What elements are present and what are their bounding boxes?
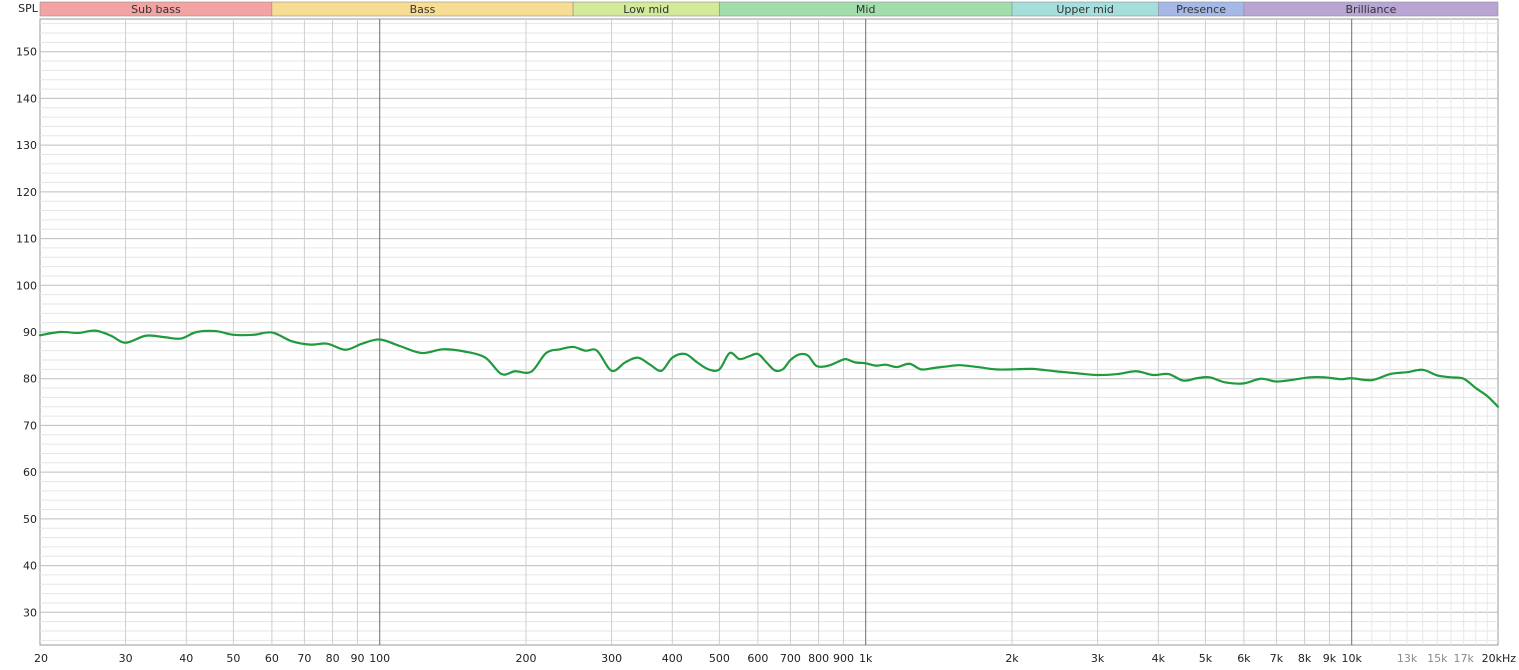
x-tick-label: 70 — [297, 652, 311, 665]
x-tick-label: 800 — [808, 652, 829, 665]
x-tick-label: 500 — [709, 652, 730, 665]
y-tick-label: 80 — [23, 373, 37, 386]
x-tick-label: 4k — [1152, 652, 1166, 665]
x-tick-label: 7k — [1270, 652, 1284, 665]
x-tick-label: 900 — [833, 652, 854, 665]
band-label: Mid — [856, 3, 876, 16]
x-tick-label: 30 — [119, 652, 133, 665]
x-tick-label: 200 — [516, 652, 537, 665]
y-tick-label: 90 — [23, 326, 37, 339]
frequency-band-bar: Sub bass Bass Low mid Mid Upper mid Presence B… — [39, 1, 1499, 17]
x-tick-label: 15k — [1427, 652, 1448, 665]
x-tick-label: 400 — [662, 652, 683, 665]
x-tick-label: 60 — [265, 652, 279, 665]
y-tick-label: 130 — [16, 139, 37, 152]
y-tick-label: 100 — [16, 279, 37, 292]
x-tick-label: 20kHz — [1482, 652, 1517, 665]
x-tick-label: 1k — [859, 652, 873, 665]
y-axis-label: SPL — [18, 2, 39, 15]
x-tick-label: 100 — [369, 652, 390, 665]
x-tick-label: 600 — [747, 652, 768, 665]
x-tick-label: 300 — [601, 652, 622, 665]
band-label: Low mid — [623, 3, 669, 16]
x-tick-label: 17k — [1454, 652, 1475, 665]
x-tick-label: 40 — [179, 652, 193, 665]
y-tick-label: 140 — [16, 92, 37, 105]
y-tick-label: 150 — [16, 46, 37, 59]
x-tick-label: 13k — [1397, 652, 1418, 665]
y-axis: 150 140 130 120 110 100 90 80 70 60 50 40 30 — [16, 46, 37, 620]
x-tick-label: 80 — [326, 652, 340, 665]
x-tick-label: 10k — [1342, 652, 1363, 665]
y-tick-label: 120 — [16, 186, 37, 199]
y-tick-label: 40 — [23, 560, 37, 573]
x-tick-label: 2k — [1005, 652, 1019, 665]
x-tick-label: 700 — [780, 652, 801, 665]
x-tick-label: 90 — [350, 652, 364, 665]
band-label: Brilliance — [1346, 3, 1397, 16]
y-tick-label: 30 — [23, 606, 37, 619]
band-label: Upper mid — [1056, 3, 1114, 16]
y-tick-label: 50 — [23, 513, 37, 526]
x-tick-label: 6k — [1237, 652, 1251, 665]
y-tick-label: 70 — [23, 419, 37, 432]
x-tick-label: 5k — [1199, 652, 1213, 665]
x-axis: 20 30 40 50 60 70 80 90 100 200 300 400 500 600 700 800… — [34, 652, 1516, 665]
x-tick-label: 3k — [1091, 652, 1105, 665]
band-label: Presence — [1176, 3, 1226, 16]
y-tick-label: 60 — [23, 466, 37, 479]
y-tick-label: 110 — [16, 233, 37, 246]
frequency-response-chart: Sub bass Bass Low mid Mid Upper mid Presence B… — [16, 1, 1516, 665]
x-tick-label: 8k — [1298, 652, 1312, 665]
band-label: Bass — [410, 3, 436, 16]
x-tick-label: 20 — [34, 652, 48, 665]
x-tick-label: 9k — [1323, 652, 1337, 665]
band-label: Sub bass — [131, 3, 181, 16]
x-tick-label: 50 — [226, 652, 240, 665]
